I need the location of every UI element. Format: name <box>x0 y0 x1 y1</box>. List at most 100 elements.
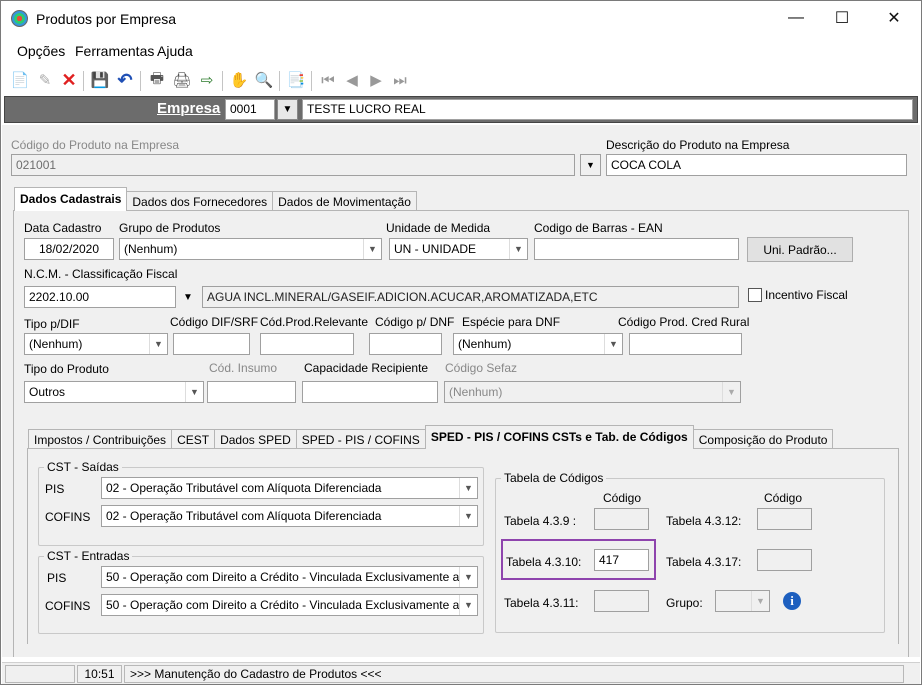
tab-impostos[interactable]: Impostos / Contribuições <box>28 429 173 449</box>
menu-opcoes[interactable]: Opções <box>17 43 65 59</box>
cst-entradas-pis-select[interactable]: 50 - Operação com Direito a Crédito - Vi… <box>101 566 478 588</box>
ncm-input[interactable]: 2202.10.00 <box>24 286 176 308</box>
tipo-produto-label: Tipo do Produto <box>24 362 109 376</box>
descricao-input[interactable]: COCA COLA <box>606 154 907 176</box>
cst-saidas-pis-select[interactable]: 02 - Operação Tributável com Alíquota Di… <box>101 477 478 499</box>
tab-sped-pis-cofins[interactable]: SPED - PIS / COFINS <box>295 429 426 449</box>
info-icon[interactable]: i <box>783 592 801 610</box>
tabela-4317-input[interactable] <box>757 549 812 571</box>
tabela-439-input[interactable] <box>594 508 649 530</box>
tab-cest[interactable]: CEST <box>171 429 216 449</box>
cred-rural-label: Código Prod. Cred Rural <box>618 315 750 329</box>
maximize-button[interactable]: ☐ <box>819 1 865 35</box>
codigo-dnf-input[interactable] <box>369 333 442 355</box>
save-icon[interactable]: 💾 <box>89 69 111 91</box>
codigo-header-left: Código <box>603 491 642 505</box>
cred-rural-input[interactable] <box>629 333 742 355</box>
cod-insumo-label: Cód. Insumo <box>209 361 278 375</box>
undo-icon[interactable]: ↶ <box>114 69 136 91</box>
ean-input[interactable] <box>534 238 739 260</box>
tabela-4311-input[interactable] <box>594 590 649 612</box>
menu-ajuda[interactable]: Ajuda <box>157 43 193 59</box>
codigo-header-right: Código <box>764 491 803 505</box>
tipo-dif-value: (Nenhum) <box>29 337 83 351</box>
tipo-produto-select[interactable]: Outros ▼ <box>24 381 204 403</box>
cst-saidas-pis-value: 02 - Operação Tributável com Alíquota Di… <box>106 481 382 495</box>
cst-entradas-cofins-value: 50 - Operação com Direito a Crédito - Vi… <box>106 598 460 612</box>
first-record-icon[interactable]: ⏮ <box>317 69 339 91</box>
codigo-dif-input[interactable] <box>173 333 250 355</box>
new-icon[interactable]: 📄 <box>9 69 31 91</box>
tab-composicao[interactable]: Composição do Produto <box>692 429 834 449</box>
uni-padrao-button[interactable]: Uni. Padrão... <box>747 237 853 262</box>
edit-icon[interactable]: ✎ <box>34 69 56 91</box>
menu-ferramentas[interactable]: Ferramentas <box>75 43 154 59</box>
tipo-dif-select[interactable]: (Nenhum) ▼ <box>24 333 168 355</box>
app-window: Produtos por Empresa — ☐ ✕ Opções Ferram… <box>0 0 922 685</box>
cod-prod-relevante-input[interactable] <box>260 333 354 355</box>
ncm-label: N.C.M. - Classificação Fiscal <box>24 267 178 281</box>
export-icon[interactable]: ⇨ <box>196 69 218 91</box>
incentivo-fiscal-checkbox[interactable] <box>748 288 762 302</box>
especie-dnf-select[interactable]: (Nenhum) ▼ <box>453 333 623 355</box>
grupo-select[interactable]: ▼ <box>715 590 770 612</box>
title-bar: Produtos por Empresa — ☐ ✕ <box>1 1 921 37</box>
status-message: >>> Manutenção do Cadastro de Produtos <… <box>124 665 904 683</box>
toolbar: 📄 ✎ ✕ 💾 ↶ 🖶 🖨 ⇨ ✋ 🔍 📑 ⏮ ◀ ▶ ⏭ <box>1 67 921 95</box>
descricao-label: Descrição do Produto na Empresa <box>606 138 790 152</box>
status-cell-empty <box>5 665 75 683</box>
search-icon[interactable]: 🔍 <box>253 69 275 91</box>
cst-saidas-cofins-value: 02 - Operação Tributável com Alíquota Di… <box>106 509 382 523</box>
tabela-4311-label: Tabela 4.3.11: <box>504 596 579 610</box>
report-icon[interactable]: 📑 <box>285 69 307 91</box>
tabela-4310-input[interactable]: 417 <box>594 549 649 571</box>
close-button[interactable]: ✕ <box>871 1 917 35</box>
unidade-medida-select[interactable]: UN - UNIDADE ▼ <box>389 238 528 260</box>
cod-insumo-input[interactable] <box>207 381 296 403</box>
codigo-sefaz-select[interactable]: (Nenhum) ▼ <box>444 381 741 403</box>
chevron-down-icon: ▼ <box>459 478 477 498</box>
chevron-down-icon: ▼ <box>459 595 477 615</box>
data-cadastro-input[interactable]: 18/02/2020 <box>24 238 114 260</box>
incentivo-fiscal-label: Incentivo Fiscal <box>765 288 848 302</box>
grupo-produtos-select[interactable]: (Nenhum) ▼ <box>119 238 382 260</box>
tab-sped-csts[interactable]: SPED - PIS / COFINS CSTs e Tab. de Códig… <box>424 425 694 449</box>
tabela-4312-label: Tabela 4.3.12: <box>666 514 742 528</box>
app-icon <box>11 10 28 27</box>
empresa-code-input[interactable]: 0001 <box>225 99 275 120</box>
cst-saidas-title: CST - Saídas <box>44 460 122 474</box>
especie-dnf-value: (Nenhum) <box>458 337 512 351</box>
ean-label: Codigo de Barras - EAN <box>534 221 663 235</box>
cst-entradas-pis-label: PIS <box>47 571 67 585</box>
delete-icon[interactable]: ✕ <box>58 69 80 91</box>
grupo-produtos-label: Grupo de Produtos <box>119 221 221 235</box>
tab-dados-cadastrais[interactable]: Dados Cadastrais <box>14 187 128 211</box>
status-bar: 10:51 >>> Manutenção do Cadastro de Prod… <box>2 662 920 684</box>
codigo-produto-input[interactable]: 021001 <box>11 154 575 176</box>
empresa-dropdown-icon[interactable]: ▼ <box>277 99 298 120</box>
last-record-icon[interactable]: ⏭ <box>389 69 411 91</box>
capacidade-input[interactable] <box>302 381 438 403</box>
toolbar-separator <box>222 71 223 91</box>
codigo-dropdown-icon[interactable]: ▼ <box>580 154 601 176</box>
print-icon[interactable]: 🖶 <box>146 69 168 91</box>
prev-record-icon[interactable]: ◀ <box>341 69 363 91</box>
grupo-produtos-value: (Nenhum) <box>124 242 178 256</box>
chevron-down-icon: ▼ <box>149 334 167 354</box>
cst-entradas-cofins-select[interactable]: 50 - Operação com Direito a Crédito - Vi… <box>101 594 478 616</box>
tabela-4312-input[interactable] <box>757 508 812 530</box>
empresa-name-field: TESTE LUCRO REAL <box>302 99 913 120</box>
print-preview-icon[interactable]: 🖨 <box>171 69 193 91</box>
tab-dados-fornecedores[interactable]: Dados dos Fornecedores <box>126 191 274 211</box>
main-area: Código do Produto na Empresa 021001 ▼ De… <box>2 125 920 657</box>
tipo-dif-label: Tipo p/DIF <box>24 317 80 331</box>
minimize-button[interactable]: — <box>773 1 819 35</box>
tab-dados-sped[interactable]: Dados SPED <box>214 429 297 449</box>
sub-tabs: Impostos / Contribuições CEST Dados SPED… <box>28 425 834 449</box>
codigo-dif-label: Código DIF/SRF <box>170 315 259 329</box>
next-record-icon[interactable]: ▶ <box>365 69 387 91</box>
tab-dados-movimentacao[interactable]: Dados de Movimentação <box>272 191 417 211</box>
ncm-dropdown-icon[interactable]: ▼ <box>177 286 199 308</box>
cst-saidas-cofins-select[interactable]: 02 - Operação Tributável com Alíquota Di… <box>101 505 478 527</box>
hand-icon[interactable]: ✋ <box>228 69 250 91</box>
